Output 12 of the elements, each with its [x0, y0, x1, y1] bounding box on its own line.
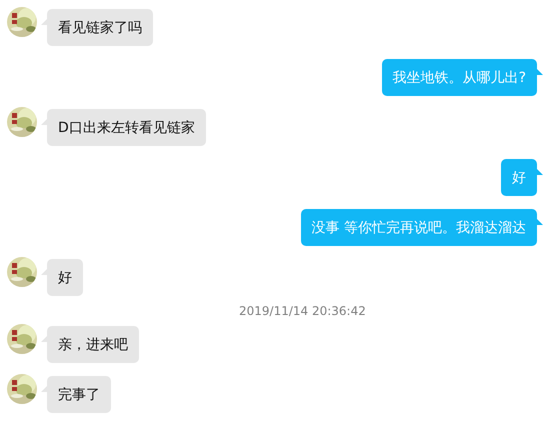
message-bubble: D口出来左转看见链家: [47, 109, 206, 146]
message-bubble: 好: [47, 259, 83, 296]
message-bubble: 看见链家了吗: [47, 9, 153, 46]
bubble-tail: [537, 69, 543, 75]
message-bubble: 完事了: [47, 376, 111, 413]
bubble-tail: [537, 169, 543, 175]
timestamp: 2019/11/14 20:36:42: [239, 303, 367, 319]
message-bubble: 亲，进来吧: [47, 326, 139, 363]
message-bubble: 我坐地铁。从哪儿出?: [382, 59, 537, 96]
bubble-tail: [537, 219, 543, 225]
message-bubble: 好: [501, 159, 537, 196]
message-bubble: 没事 等你忙完再说吧。我溜达溜达: [300, 209, 537, 246]
